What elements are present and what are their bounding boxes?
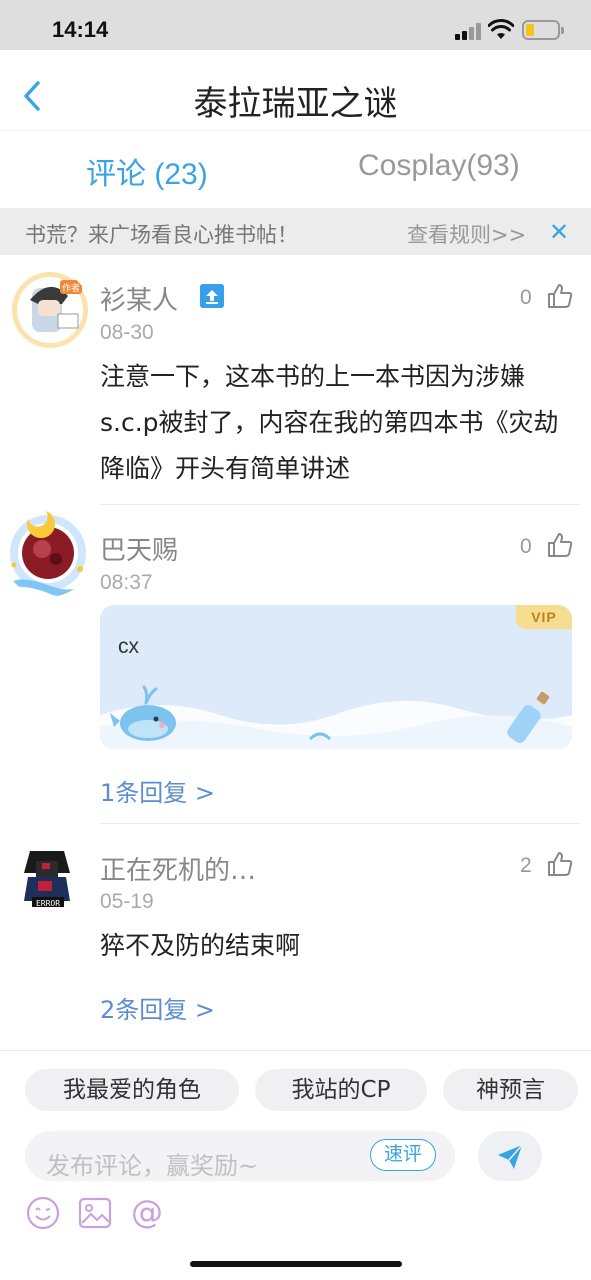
comment-date: 08:37: [100, 571, 153, 594]
topic-chip[interactable]: 我最爱的角色: [25, 1069, 239, 1111]
banner-text[interactable]: 书荒？来广场看良心推书帖！: [25, 219, 298, 249]
commenter-name[interactable]: 巴天赐: [100, 530, 178, 567]
comment-composer: 我最爱的角色 我站的CP 神预言 发布评论，赢奖励~ 速评 @: [0, 1050, 591, 1280]
page-title: 泰拉瑞亚之谜: [193, 84, 398, 124]
tab-comments[interactable]: 评论 (23): [86, 149, 208, 193]
avatar[interactable]: [2, 505, 94, 597]
like-count: 0: [520, 535, 532, 558]
comment-divider: [100, 504, 580, 505]
vip-comment-card: VIP cx: [100, 605, 572, 749]
image-icon[interactable]: [77, 1195, 113, 1231]
thumbs-up-icon[interactable]: [546, 850, 574, 878]
quick-review-button[interactable]: 速评: [370, 1139, 436, 1171]
commenter-name[interactable]: 衫某人: [100, 280, 178, 317]
svg-text:@: @: [131, 1195, 163, 1231]
emoji-icon[interactable]: [25, 1195, 61, 1231]
send-icon[interactable]: [478, 1131, 542, 1181]
status-time: 14:14: [52, 17, 109, 42]
battery-icon: [522, 20, 564, 40]
like-count: 2: [520, 854, 532, 877]
wifi-icon: [488, 19, 514, 39]
commenter-name[interactable]: 正在死机的…: [100, 850, 256, 887]
cellular-signal-icon: [455, 22, 483, 40]
vip-badge: VIP: [516, 605, 572, 629]
comment-text: cx: [118, 635, 139, 658]
author-badge-text: 作者: [62, 282, 80, 294]
topic-chip[interactable]: 我站的CP: [255, 1069, 427, 1111]
mention-icon[interactable]: @: [129, 1195, 165, 1231]
tab-bar: 评论 (23) Cosplay(93): [0, 130, 591, 208]
reply-count-link[interactable]: 2条回复 >: [100, 990, 215, 1025]
thumbs-up-icon[interactable]: [546, 282, 574, 310]
comment-date: 05-19: [100, 890, 154, 913]
level-up-icon: [200, 284, 224, 308]
thumbs-up-icon[interactable]: [546, 531, 574, 559]
home-indicator: [190, 1261, 402, 1267]
topic-chip[interactable]: 神预言: [443, 1069, 578, 1111]
error-badge-text: ERROR: [36, 899, 60, 908]
comment-text: 猝不及防的结束啊: [100, 931, 301, 960]
nav-bar: 泰拉瑞亚之谜: [0, 50, 591, 130]
like-count: 0: [520, 286, 532, 309]
whale-wave-decoration-icon: [100, 685, 572, 749]
comment-date: 08-30: [100, 321, 154, 344]
promo-banner: 书荒？来广场看良心推书帖！ 查看规则>> ✕: [0, 208, 591, 255]
reply-count-link[interactable]: 1条回复 >: [100, 773, 215, 808]
close-icon[interactable]: ✕: [549, 218, 569, 246]
avatar[interactable]: 作者: [10, 270, 90, 350]
status-bar: 14:14: [0, 0, 591, 50]
tab-cosplay[interactable]: Cosplay(93): [358, 149, 520, 183]
view-rules-link[interactable]: 查看规则>>: [407, 219, 526, 249]
avatar[interactable]: ERROR: [12, 843, 82, 913]
comment-input-placeholder: 发布评论，赢奖励~: [46, 1152, 259, 1180]
comment-divider: [100, 823, 580, 824]
comment-text: 注意一下，这本书的上一本书因为涉嫌s.c.p被封了，内容在我的第四本书《灾劫降临…: [100, 362, 559, 483]
